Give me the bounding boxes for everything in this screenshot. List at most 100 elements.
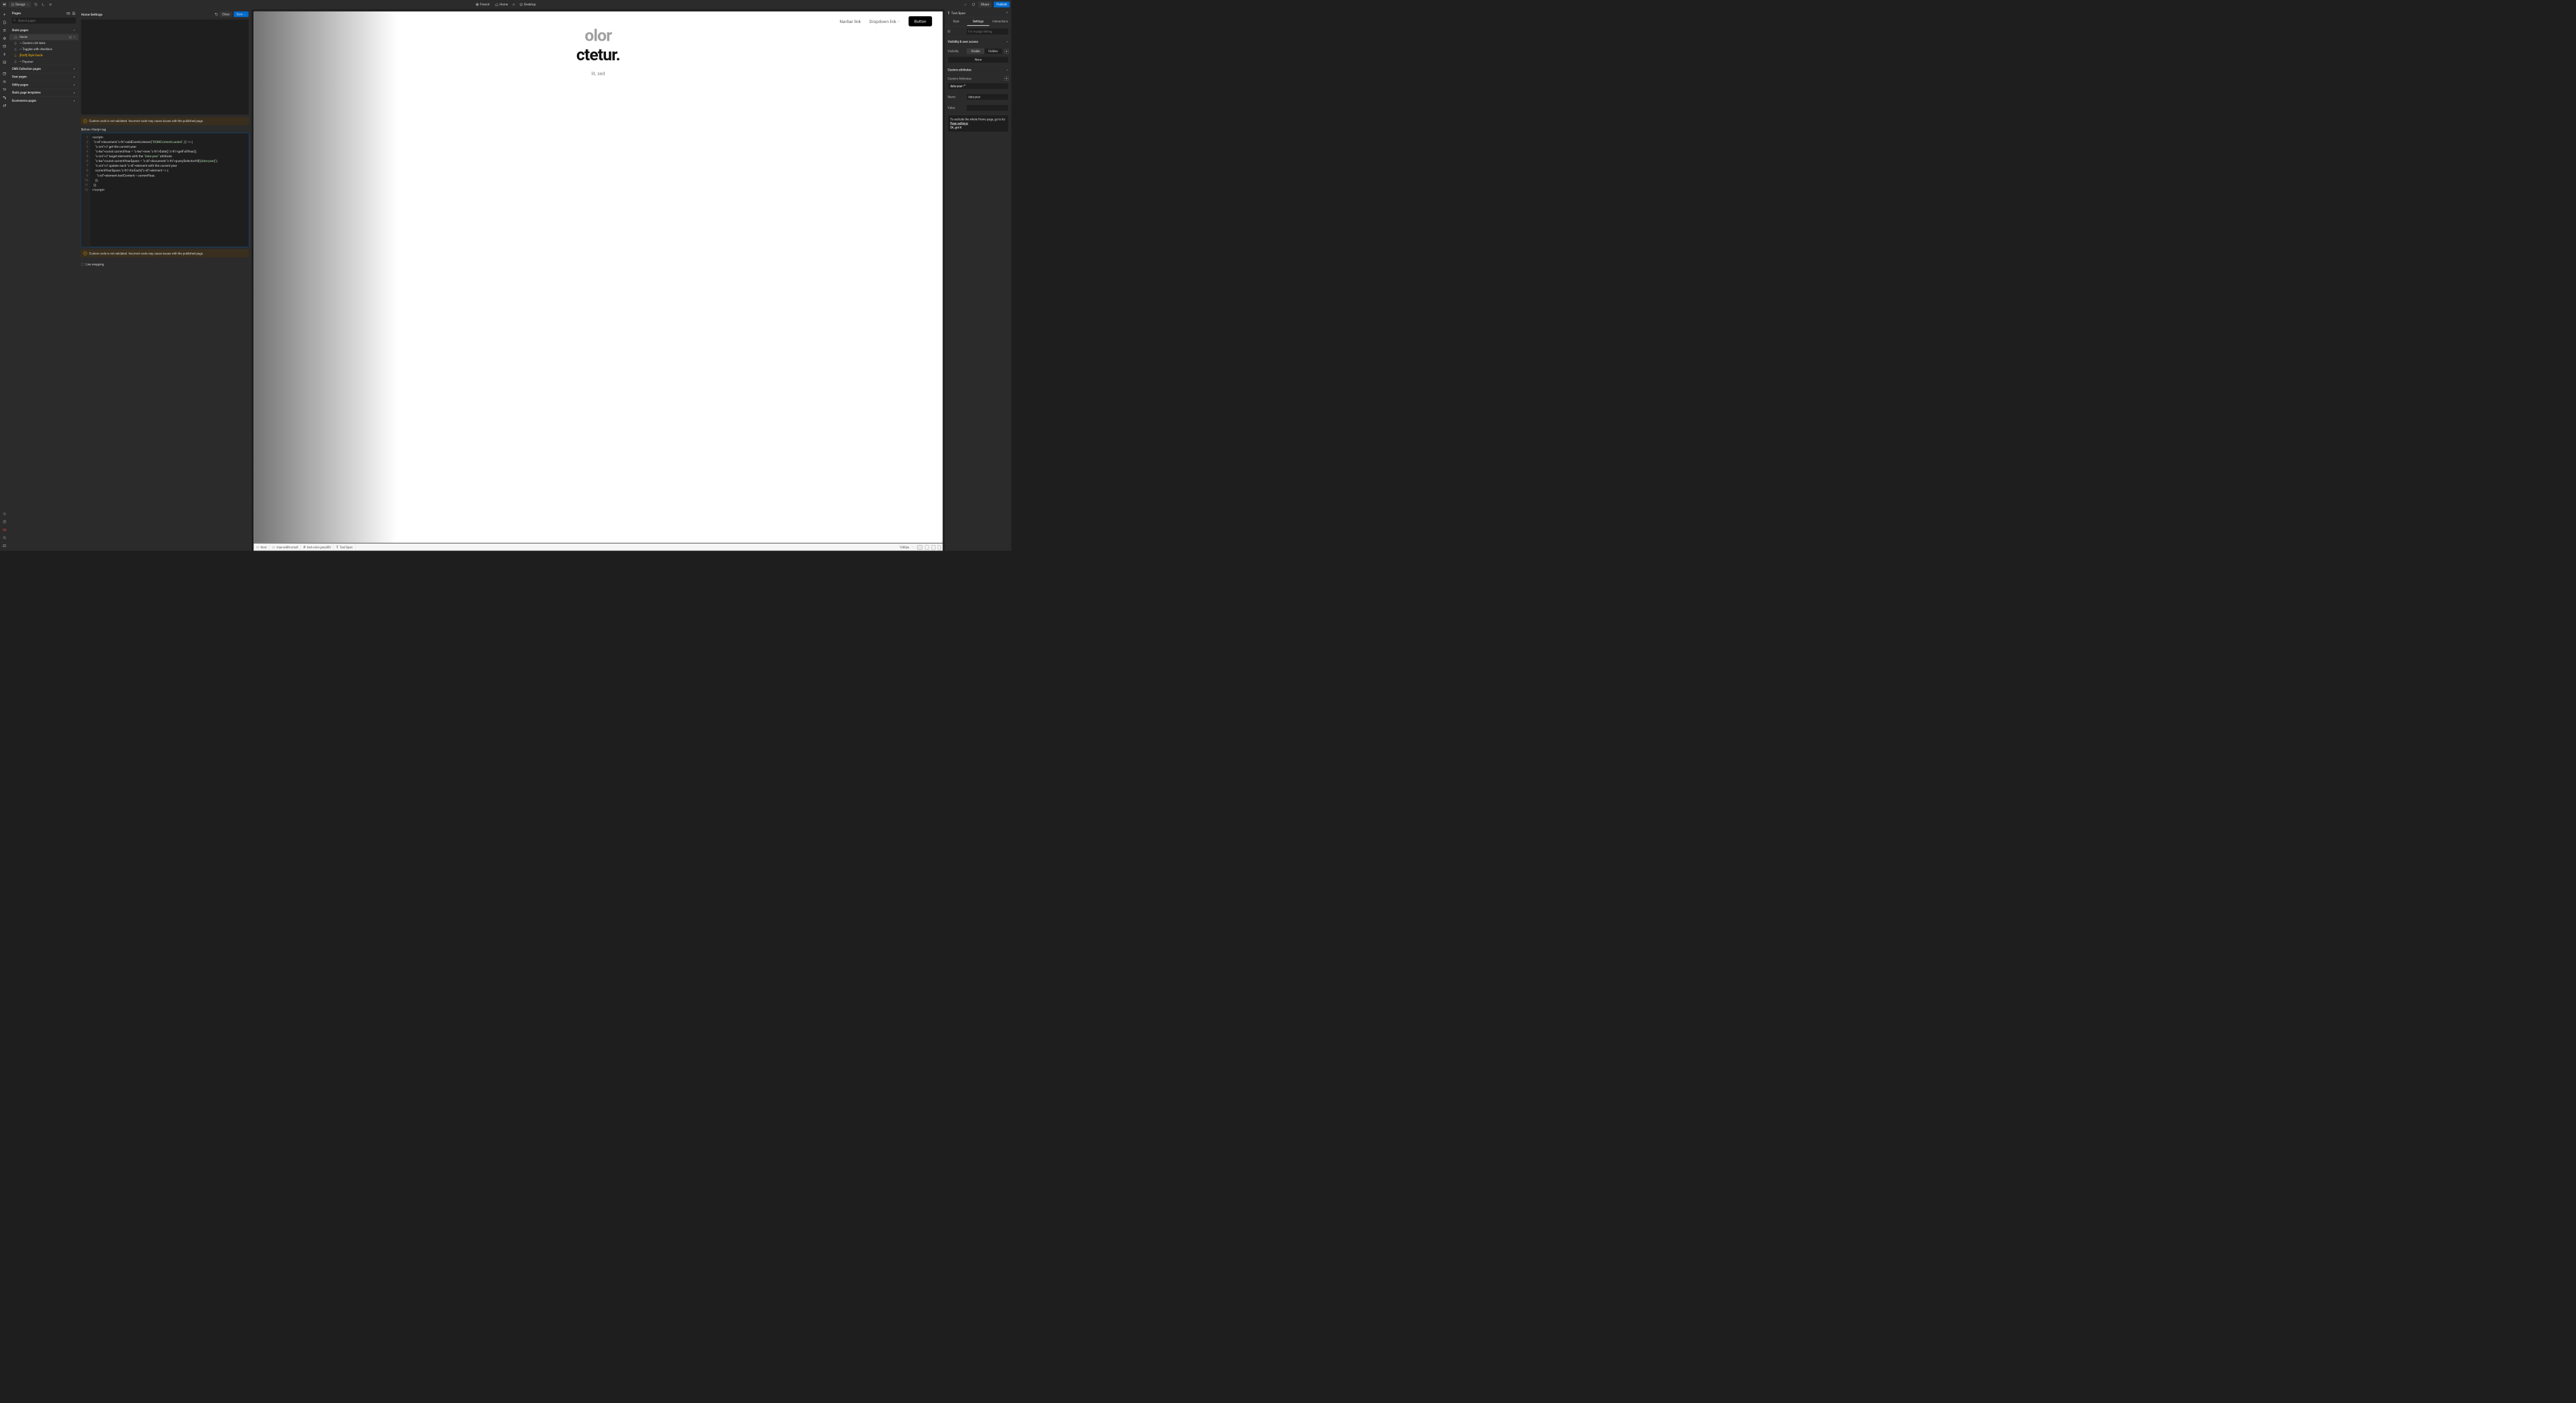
section-static-pages[interactable]: Static pages	[9, 26, 79, 34]
device-mobile-icon[interactable]	[938, 545, 941, 550]
page-item[interactable]: — Toggles with checkbox	[9, 46, 79, 52]
locale-label: French	[480, 3, 489, 6]
ok-got-it[interactable]: Ok, got it	[950, 126, 962, 129]
component-icon[interactable]	[1005, 12, 1009, 15]
chevron-right-icon[interactable]	[73, 36, 76, 39]
mode-design-button[interactable]: Design	[9, 1, 31, 7]
code-content[interactable]: <script> "c-id">document."c-fn">addEvent…	[90, 133, 220, 247]
page-item-draft[interactable]: [Draft] Style Guide	[9, 52, 79, 58]
check-icon[interactable]	[963, 1, 969, 7]
custom-attributes-label: Custom Attributes	[948, 77, 1002, 80]
hero-heading[interactable]: olorctetur.	[254, 26, 942, 64]
crumb[interactable]: Ptext-color-grey400	[301, 544, 334, 551]
users-icon[interactable]	[1, 78, 8, 85]
crumb[interactable]: max-width-small	[270, 544, 301, 551]
styles-icon[interactable]	[1, 51, 8, 58]
device-tablet-icon[interactable]	[925, 545, 929, 549]
crumb[interactable]: ttom	[254, 544, 270, 551]
page-label: — Custom rich texts	[20, 41, 45, 45]
page-home-indicator-icon	[69, 36, 72, 39]
assets-icon[interactable]	[1, 59, 8, 66]
device-mobile-landscape-icon[interactable]	[931, 545, 935, 550]
tab-settings[interactable]: Settings	[967, 18, 990, 26]
line-wrapping-toggle[interactable]: Line wrapping	[81, 260, 249, 269]
current-page[interactable]: Home	[495, 3, 508, 6]
tab-interactions[interactable]: Interactions	[989, 18, 1011, 26]
checkbox-icon[interactable]	[81, 263, 84, 266]
id-label: ID	[948, 30, 964, 33]
page-settings-link[interactable]: Page settings	[950, 122, 968, 125]
head-code-editor[interactable]	[81, 19, 249, 115]
help-icon[interactable]	[1, 518, 8, 525]
video-icon[interactable]	[1, 527, 8, 533]
settings-icon[interactable]	[1, 510, 8, 517]
attr-value-label: Value	[948, 106, 964, 110]
chevron-right-icon	[73, 100, 76, 102]
save-button[interactable]: Save	[234, 12, 249, 17]
hero-subtext[interactable]: lit, sed	[254, 71, 942, 77]
current-page-label: Home	[500, 3, 508, 6]
page-item-home[interactable]: Home	[9, 34, 79, 40]
publish-button[interactable]: Publish	[994, 1, 1009, 7]
tab-style[interactable]: Style	[945, 18, 967, 26]
cms-icon[interactable]	[1, 70, 8, 77]
navigator-icon[interactable]	[1, 27, 8, 34]
conditions-none[interactable]: None	[948, 56, 1009, 63]
variables-icon[interactable]	[1, 43, 8, 49]
visibility-section[interactable]: Visibility & user access	[945, 37, 1011, 46]
visibility-hidden[interactable]: Hidden	[984, 48, 1002, 54]
new-page-icon[interactable]	[72, 12, 75, 15]
comment-icon[interactable]	[970, 1, 976, 7]
locale-selector[interactable]: French	[476, 3, 490, 6]
canvas-width[interactable]: 1360px	[900, 546, 909, 549]
page-settings-icon[interactable]	[510, 1, 517, 7]
chevron-down-icon	[73, 29, 76, 32]
section-cms-pages[interactable]: CMS Collection pages	[9, 65, 79, 73]
components-icon[interactable]	[1, 35, 8, 41]
section-ecommerce-pages[interactable]: Ecommerce pages	[9, 97, 79, 104]
draft-icon	[14, 54, 18, 58]
pages-icon[interactable]	[1, 19, 8, 26]
audit-icon[interactable]	[1, 534, 8, 541]
new-folder-icon[interactable]	[66, 12, 70, 15]
section-icon	[256, 546, 259, 548]
toggle-panels-icon[interactable]	[1, 542, 8, 549]
apps-icon[interactable]: {F	[1, 102, 8, 109]
crumb[interactable]: TText Span	[334, 544, 355, 551]
device-desktop-icon[interactable]	[917, 545, 923, 549]
code-warning: !Custom code is not validated. Incorrect…	[81, 117, 249, 125]
viewport-selector[interactable]: Desktop	[519, 3, 536, 6]
attr-value-input[interactable]	[967, 104, 1009, 111]
add-element-icon[interactable]	[1, 11, 8, 18]
page-item[interactable]: — Custom rich texts	[9, 40, 79, 46]
attr-name-input[interactable]	[967, 94, 1009, 100]
undo-stack-icon[interactable]	[33, 1, 39, 7]
canvas[interactable]: Navbar link Dropdown link Button olorcte…	[251, 9, 945, 551]
body-code-editor[interactable]: 123456789101112 <script> "c-id">document…	[81, 133, 249, 247]
page-item[interactable]: — Popover	[9, 58, 79, 64]
navbar-dropdown[interactable]: Dropdown link	[869, 19, 900, 24]
search-pages-input[interactable]	[12, 18, 76, 24]
ecommerce-icon[interactable]	[1, 86, 8, 93]
logic-icon[interactable]	[1, 94, 8, 101]
drawer-menu-icon[interactable]	[214, 12, 218, 16]
play-icon[interactable]	[47, 1, 54, 7]
attribute-chip[interactable]: data-year=""	[948, 83, 1009, 89]
navbar-link[interactable]: Navbar link	[840, 19, 861, 24]
branch-icon[interactable]	[40, 1, 46, 7]
id-input[interactable]	[967, 28, 1009, 35]
section-utility-pages[interactable]: Utility pages	[9, 81, 79, 88]
webflow-logo-icon[interactable]	[1, 2, 7, 7]
section-static-templates[interactable]: Static page templates	[9, 89, 79, 96]
visibility-visible[interactable]: Visible	[967, 48, 984, 54]
section-user-pages[interactable]: User pages	[9, 73, 79, 81]
custom-attributes-section[interactable]: Custom attributes	[945, 65, 1011, 74]
add-condition-icon[interactable]: +	[1005, 49, 1009, 53]
close-button[interactable]: Close	[220, 12, 233, 17]
drawer-title: Home Settings	[81, 12, 213, 16]
selected-element: Text Span	[951, 12, 965, 15]
navbar-button[interactable]: Button	[908, 16, 932, 26]
share-button[interactable]: Share	[978, 1, 992, 7]
expand-icon[interactable]	[912, 546, 914, 548]
add-attribute-icon[interactable]: +	[1005, 77, 1009, 81]
